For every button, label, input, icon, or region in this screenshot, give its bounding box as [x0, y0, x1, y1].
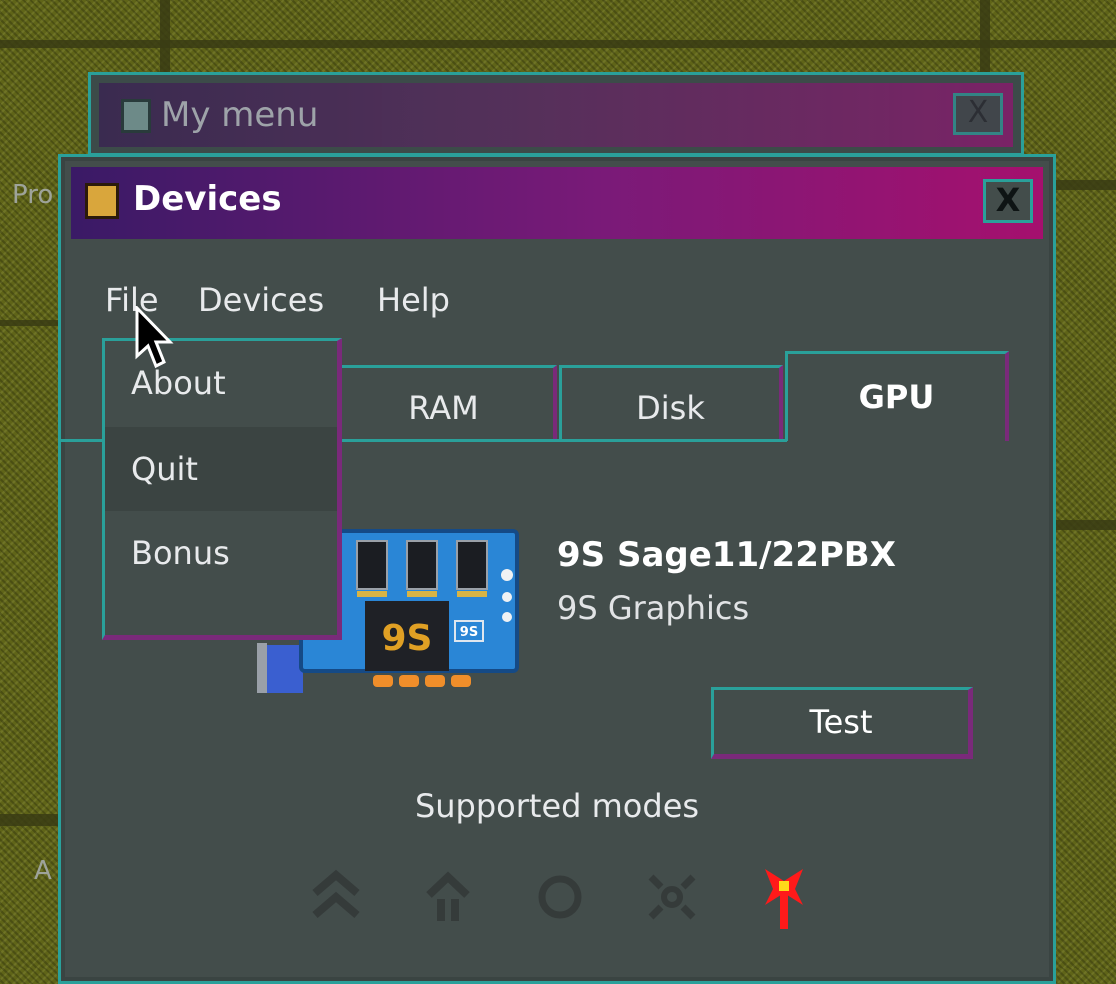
- window-title: Devices: [133, 179, 282, 219]
- file-menu-dropdown: About Quit Bonus: [102, 338, 342, 640]
- desktop-stripe: [1056, 520, 1116, 530]
- desktop-icon-label[interactable]: A: [34, 856, 52, 886]
- title-bar[interactable]: My menu X: [99, 83, 1013, 147]
- close-button[interactable]: X: [953, 93, 1003, 135]
- device-vendor: 9S Graphics: [557, 589, 750, 627]
- desktop-stripe: [160, 0, 170, 72]
- crossed-circle-icon: [648, 874, 696, 920]
- card-logo: 9S: [382, 618, 433, 659]
- close-button[interactable]: X: [983, 179, 1033, 223]
- card-badge: 9S: [460, 625, 478, 640]
- desktop-stripe: [1056, 180, 1116, 190]
- mouse-cursor-icon: [135, 306, 174, 369]
- computer-icon: [121, 99, 151, 133]
- red-pin-icon: [765, 869, 803, 929]
- tab-ram[interactable]: RAM: [331, 365, 557, 441]
- window-title: My menu: [161, 95, 319, 135]
- desktop-icon-label[interactable]: Pro: [12, 180, 53, 210]
- double-chevron-up-icon: [312, 869, 360, 919]
- menu-item-bonus[interactable]: Bonus: [105, 511, 337, 595]
- window-icon: [85, 183, 119, 219]
- title-bar[interactable]: Devices X: [71, 167, 1043, 239]
- desktop-stripe: [0, 320, 60, 326]
- desktop-stripe: [0, 814, 60, 826]
- supported-modes-label: Supported modes: [414, 787, 700, 825]
- arrow-up-pillar-icon: [426, 871, 470, 921]
- tab-disk[interactable]: Disk: [559, 365, 783, 441]
- desktop-stripe: [980, 0, 990, 72]
- menu-help[interactable]: Help: [377, 281, 450, 319]
- device-name: 9S Sage11/22PBX: [557, 535, 896, 575]
- menu-item-quit[interactable]: Quit: [105, 427, 337, 511]
- tab-gpu[interactable]: GPU: [785, 351, 1009, 441]
- test-button[interactable]: Test: [711, 687, 973, 759]
- my-menu-window[interactable]: My menu X: [88, 72, 1024, 156]
- menu-devices[interactable]: Devices: [198, 281, 324, 319]
- circle-icon: [538, 875, 582, 919]
